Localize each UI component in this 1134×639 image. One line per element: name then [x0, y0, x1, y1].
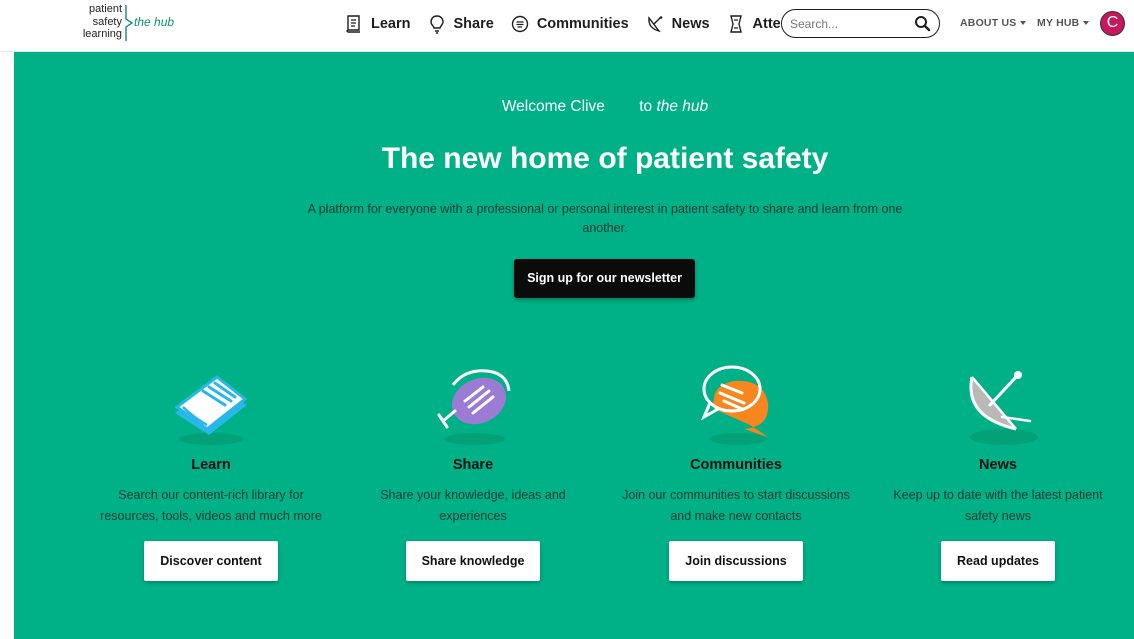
newsletter-signup-button[interactable]: Sign up for our newsletter: [514, 259, 695, 298]
nav-communities-label: Communities: [536, 16, 629, 32]
feature-card-share: Share Share your knowledge, ideas and ex…: [353, 355, 593, 581]
about-us-label: ABOUT US: [960, 17, 1017, 29]
chevron-down-icon: [1020, 21, 1027, 26]
my-hub-menu[interactable]: MY HUB: [1037, 17, 1090, 29]
lightbulb-icon: [429, 15, 444, 34]
satellite-dish-icon: [647, 16, 662, 33]
logo-line-safety: safety: [92, 15, 122, 28]
search-box: [781, 9, 940, 38]
nav-communities[interactable]: Communities: [510, 14, 629, 34]
logo-bracket-icon: [125, 5, 133, 41]
site-logo[interactable]: patient safety learning the hub: [80, 3, 190, 43]
nav-news-label: News: [671, 16, 710, 32]
card-text-communities: Join our communities to start discussion…: [622, 488, 850, 523]
nav-learn[interactable]: Learn: [344, 14, 411, 34]
about-us-menu[interactable]: ABOUT US: [960, 17, 1027, 29]
welcome-user: Welcome Clive: [501, 98, 605, 115]
card-title-learn: Learn: [191, 457, 231, 473]
feature-card-news: News Keep up to date with the latest pat…: [878, 355, 1118, 581]
logo-line-patient: patient: [88, 3, 122, 15]
chevron-down-icon: [1083, 21, 1090, 26]
share-knowledge-button[interactable]: Share knowledge: [405, 541, 541, 581]
card-title-news: News: [979, 457, 1017, 473]
read-updates-button[interactable]: Read updates: [941, 541, 1055, 581]
logo-words: patient safety learning: [80, 3, 122, 41]
feature-card-learn: Learn Search our content-rich library fo…: [91, 355, 331, 581]
my-hub-label: MY HUB: [1037, 17, 1080, 29]
chat-bubble-icon: [511, 15, 529, 33]
welcome-line: Welcome Clive to the hub: [14, 98, 1134, 116]
search-icon[interactable]: [914, 15, 931, 32]
hero-section: Welcome Clive to the hub The new home of…: [14, 52, 1134, 639]
nav-learn-label: Learn: [371, 16, 411, 32]
card-title-share: Share: [452, 457, 494, 473]
book-icon: [174, 375, 248, 445]
discover-content-button[interactable]: Discover content: [144, 541, 278, 581]
hero-description: A platform for everyone with a professio…: [307, 202, 903, 235]
scroll-icon: [729, 15, 742, 33]
main-nav: Learn Share Communities News Attend: [344, 10, 814, 38]
welcome-hub: the hub: [656, 98, 709, 115]
search-input[interactable]: [790, 14, 908, 34]
book-icon: [346, 15, 360, 33]
card-text-news: Keep up to date with the latest patient …: [893, 488, 1103, 523]
site-header: patient safety learning the hub Learn Sh…: [0, 0, 1134, 52]
feature-card-communities: Communities Join our communities to star…: [616, 355, 856, 581]
card-title-communities: Communities: [690, 457, 782, 473]
user-avatar[interactable]: C: [1100, 11, 1125, 36]
join-discussions-button[interactable]: Join discussions: [669, 541, 803, 581]
chat-bubble-icon: [700, 365, 769, 445]
logo-tagline: the hub: [134, 15, 175, 29]
satellite-dish-icon: [969, 371, 1038, 445]
nav-news[interactable]: News: [645, 14, 710, 34]
card-text-share: Share your knowledge, ideas and experien…: [380, 488, 566, 523]
card-text-learn: Search our content-rich library for reso…: [100, 488, 322, 523]
lightbulb-icon: [437, 369, 511, 445]
page-title: The new home of patient safety: [381, 142, 829, 175]
nav-share-label: Share: [453, 16, 494, 32]
logo-line-learning: learning: [82, 28, 122, 40]
nav-share[interactable]: Share: [427, 14, 494, 34]
welcome-to: to: [639, 98, 653, 115]
